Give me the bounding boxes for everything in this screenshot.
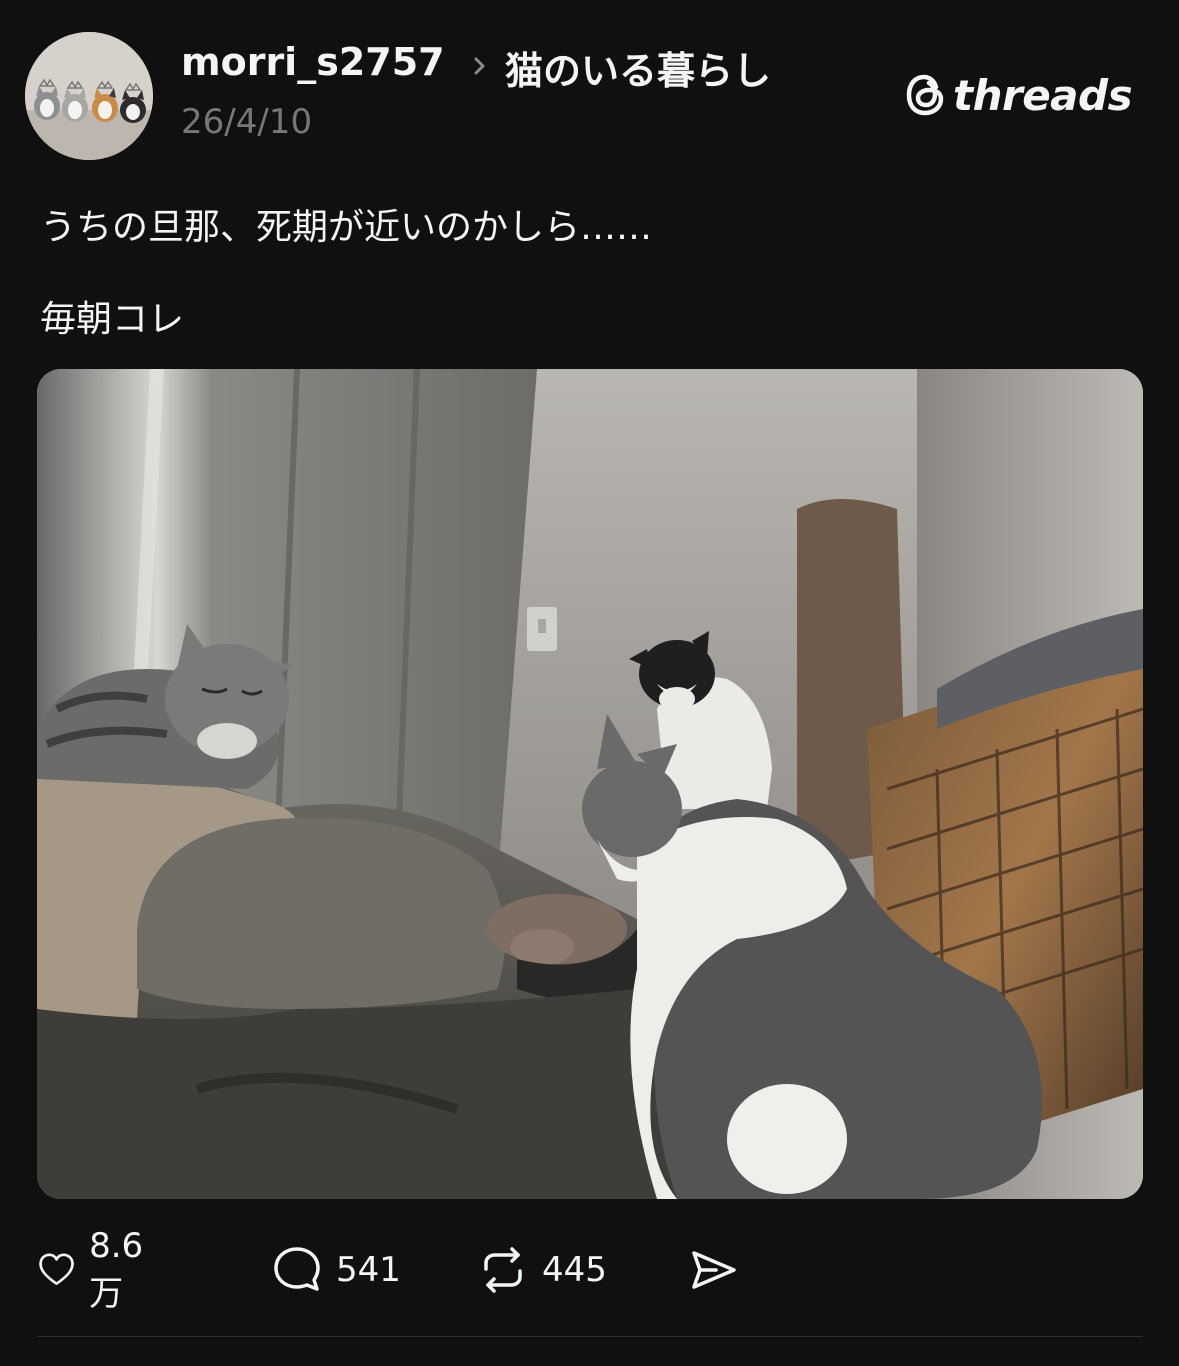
repost-icon: [484, 1247, 522, 1293]
threads-wordmark: threads: [953, 70, 1133, 120]
post-text-line-1: うちの旦那、死期が近いのかしら……: [40, 207, 653, 248]
comment-icon: [274, 1247, 320, 1291]
heart-icon: [39, 1253, 74, 1286]
like-count: 8.6万: [89, 1225, 144, 1314]
username[interactable]: morri_s2757: [181, 40, 445, 84]
divider: [37, 1336, 1143, 1337]
post-text-line-2: 毎朝コレ: [40, 299, 185, 340]
like-button[interactable]: 8.6万: [36, 1226, 156, 1314]
photo-cats-and-sleeping-person: [37, 369, 1143, 1199]
share-button[interactable]: [686, 1240, 740, 1300]
post-date: 26/4/10: [181, 102, 313, 142]
reply-button[interactable]: 541: [270, 1240, 401, 1300]
reply-count: 541: [336, 1250, 401, 1290]
avatar[interactable]: [25, 32, 153, 160]
post-photo[interactable]: [37, 369, 1143, 1199]
threads-icon: [906, 74, 944, 116]
repost-button[interactable]: 445: [476, 1240, 607, 1300]
topic-tag[interactable]: 猫のいる暮らし: [505, 40, 771, 95]
chevron-right-icon: [474, 57, 485, 75]
avatar-cats-image: [25, 32, 153, 160]
threads-logo: threads: [903, 70, 1133, 120]
repost-count: 445: [542, 1250, 607, 1290]
send-icon: [692, 1251, 736, 1289]
